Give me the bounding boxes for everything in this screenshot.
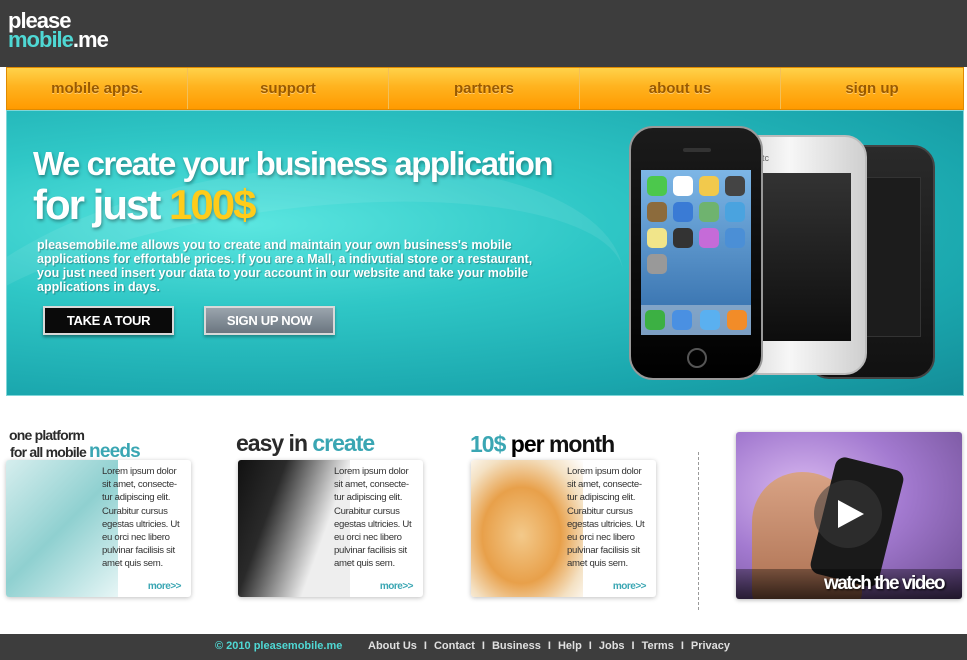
youtube-app-icon	[647, 202, 667, 222]
footer-separator: I	[631, 640, 635, 652]
main-nav: mobile apps. support partners about us s…	[6, 67, 964, 110]
more-link[interactable]: more>>	[380, 581, 414, 592]
feature-2-title: easy in create	[236, 430, 375, 457]
phone-mid-screen	[753, 173, 851, 341]
play-icon	[838, 500, 864, 528]
footer-link-business[interactable]: Business	[492, 640, 541, 652]
hero-headline: We create your business application	[33, 145, 554, 182]
watch-video-label[interactable]: watch the video	[824, 573, 946, 595]
footer-separator: I	[588, 640, 592, 652]
feature-1-title-highlight: needs	[89, 441, 141, 462]
nav-item-partners[interactable]: partners	[389, 68, 580, 109]
mail-app-icon	[672, 310, 693, 330]
more-link[interactable]: more>>	[613, 581, 647, 592]
nav-item-support[interactable]: support	[188, 68, 389, 109]
feature-2-title-prefix: easy in	[236, 430, 308, 456]
app-icon-grid	[647, 176, 745, 274]
footer-separator: I	[481, 640, 485, 652]
feature-1-title-prefix: for all mobile	[10, 444, 87, 460]
hero-description: pleasemobile.me allows you to create and…	[37, 238, 533, 294]
copyright-text: © 2010 pleasemobile.me	[215, 640, 343, 652]
header: please mobile.me	[0, 0, 967, 67]
feature-2-title-highlight: create	[312, 430, 375, 456]
dashed-divider	[698, 452, 699, 610]
ipod-app-icon	[727, 310, 748, 330]
feature-3-title: 10$ per month	[470, 431, 615, 458]
feature-card-text: Lorem ipsum dolor sit amet, consecte-tur…	[334, 466, 412, 570]
settings-app-icon	[647, 254, 667, 274]
footer-separator: I	[680, 640, 684, 652]
feature-card-create: Lorem ipsum dolor sit amet, consecte-tur…	[238, 460, 423, 597]
phone-dock	[641, 305, 751, 335]
notes-app-icon	[647, 228, 667, 248]
logo-line2: mobile.me	[8, 27, 109, 52]
logo[interactable]: please mobile.me	[8, 10, 109, 52]
phone-speaker	[683, 148, 711, 152]
hero-price: 100$	[169, 181, 256, 228]
video-thumbnail[interactable]: watch the video	[736, 432, 962, 599]
hero-price-line: for just 100$	[33, 181, 256, 229]
hero-price-prefix: for just	[33, 181, 161, 228]
nav-list: mobile apps. support partners about us s…	[7, 68, 963, 109]
logo-suffix: .me	[72, 27, 109, 52]
feature-3-title-price: 10$	[470, 431, 506, 457]
messages-app-icon	[647, 176, 667, 196]
app-store-icon	[725, 228, 745, 248]
feature-3-title-per: per	[510, 431, 545, 457]
footer-link-about-us[interactable]: About Us	[368, 640, 417, 652]
weather-app-icon	[725, 202, 745, 222]
footer: © 2010 pleasemobile.me About Us I Contac…	[0, 634, 967, 660]
nav-item-mobile-apps[interactable]: mobile apps.	[7, 68, 188, 109]
logo-mobile: mobile	[8, 27, 74, 52]
photos-app-icon	[699, 176, 719, 196]
home-button-icon	[687, 348, 707, 368]
footer-separator: I	[423, 640, 427, 652]
footer-separator: I	[547, 640, 551, 652]
footer-link-privacy[interactable]: Privacy	[691, 640, 730, 652]
calendar-app-icon	[673, 176, 693, 196]
stocks-app-icon	[673, 202, 693, 222]
camera-app-icon	[725, 176, 745, 196]
itunes-app-icon	[699, 228, 719, 248]
hero-banner: We create your business application for …	[6, 110, 964, 396]
phone-app-icon	[644, 310, 665, 330]
footer-link-contact[interactable]: Contact	[434, 640, 475, 652]
footer-links: About Us I Contact I Business I Help I J…	[368, 640, 730, 652]
page: please mobile.me mobile apps. support pa…	[0, 0, 967, 660]
sign-up-now-button[interactable]: SIGN UP NOW	[204, 306, 335, 335]
feature-3-title-suffix: month	[548, 431, 615, 457]
footer-link-help[interactable]: Help	[558, 640, 582, 652]
take-a-tour-button[interactable]: TAKE A TOUR	[43, 306, 174, 335]
phone-image-iphone	[629, 126, 763, 380]
maps-app-icon	[699, 202, 719, 222]
phone-front-screen	[641, 170, 751, 335]
more-link[interactable]: more>>	[148, 581, 182, 592]
feature-card-pricing: Lorem ipsum dolor sit amet, consecte-tur…	[471, 460, 656, 597]
nav-item-about-us[interactable]: about us	[580, 68, 781, 109]
feature-card-text: Lorem ipsum dolor sit amet, consecte-tur…	[102, 466, 180, 570]
footer-link-terms[interactable]: Terms	[642, 640, 674, 652]
safari-app-icon	[699, 310, 720, 330]
feature-card-text: Lorem ipsum dolor sit amet, consecte-tur…	[567, 466, 645, 570]
footer-link-jobs[interactable]: Jobs	[599, 640, 625, 652]
nav-item-sign-up[interactable]: sign up	[781, 68, 963, 109]
feature-card-platform: Lorem ipsum dolor sit amet, consecte-tur…	[6, 460, 191, 597]
clock-app-icon	[673, 228, 693, 248]
